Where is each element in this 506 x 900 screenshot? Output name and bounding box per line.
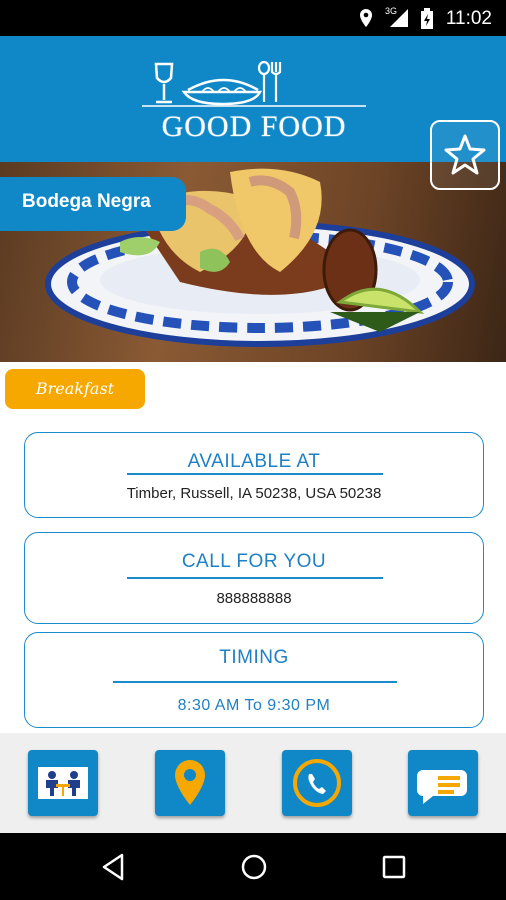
message-button[interactable] <box>408 750 478 816</box>
timing-card: TIMING 8:30 AM To 9:30 PM <box>24 632 484 728</box>
home-icon[interactable] <box>238 851 270 883</box>
location-pin-icon <box>175 760 205 805</box>
dining-button[interactable] <box>28 750 98 816</box>
call-button[interactable] <box>282 750 352 816</box>
phone-icon <box>293 759 341 807</box>
restaurant-name: Bodega Negra <box>0 177 186 231</box>
call-heading: CALL FOR YOU <box>181 551 327 572</box>
card-divider <box>113 681 397 683</box>
card-divider <box>127 577 383 579</box>
location-button[interactable] <box>155 750 225 816</box>
card-divider <box>127 473 383 475</box>
clock: 11:02 <box>445 8 492 29</box>
logo-text: GOOD FOOD <box>161 110 347 143</box>
status-bar: 3G 11:02 <box>0 0 506 36</box>
battery-icon <box>421 8 433 29</box>
recents-icon[interactable] <box>378 851 410 883</box>
available-at-card: AVAILABLE AT Timber, Russell, IA 50238, … <box>24 432 484 518</box>
favorite-button[interactable] <box>430 120 500 190</box>
bottom-action-bar <box>0 733 506 833</box>
system-nav-bar <box>0 833 506 900</box>
star-icon <box>444 134 486 175</box>
category-badge[interactable]: Breakfast <box>5 369 145 409</box>
address-text: Timber, Russell, IA 50238, USA 50238 <box>126 485 382 502</box>
call-card[interactable]: CALL FOR YOU 888888888 <box>24 532 484 624</box>
chat-icon <box>417 770 467 804</box>
logo: GOOD FOOD <box>138 60 370 146</box>
dining-people-icon <box>38 767 88 799</box>
timing-value: 8:30 AM To 9:30 PM <box>177 697 331 714</box>
available-at-heading: AVAILABLE AT <box>187 451 321 472</box>
back-icon[interactable] <box>98 851 130 883</box>
phone-number[interactable]: 888888888 <box>25 590 483 607</box>
timing-heading: TIMING <box>219 647 289 668</box>
signal-icon <box>390 9 408 27</box>
location-status-icon <box>360 9 372 27</box>
logo-graphic <box>142 60 366 107</box>
